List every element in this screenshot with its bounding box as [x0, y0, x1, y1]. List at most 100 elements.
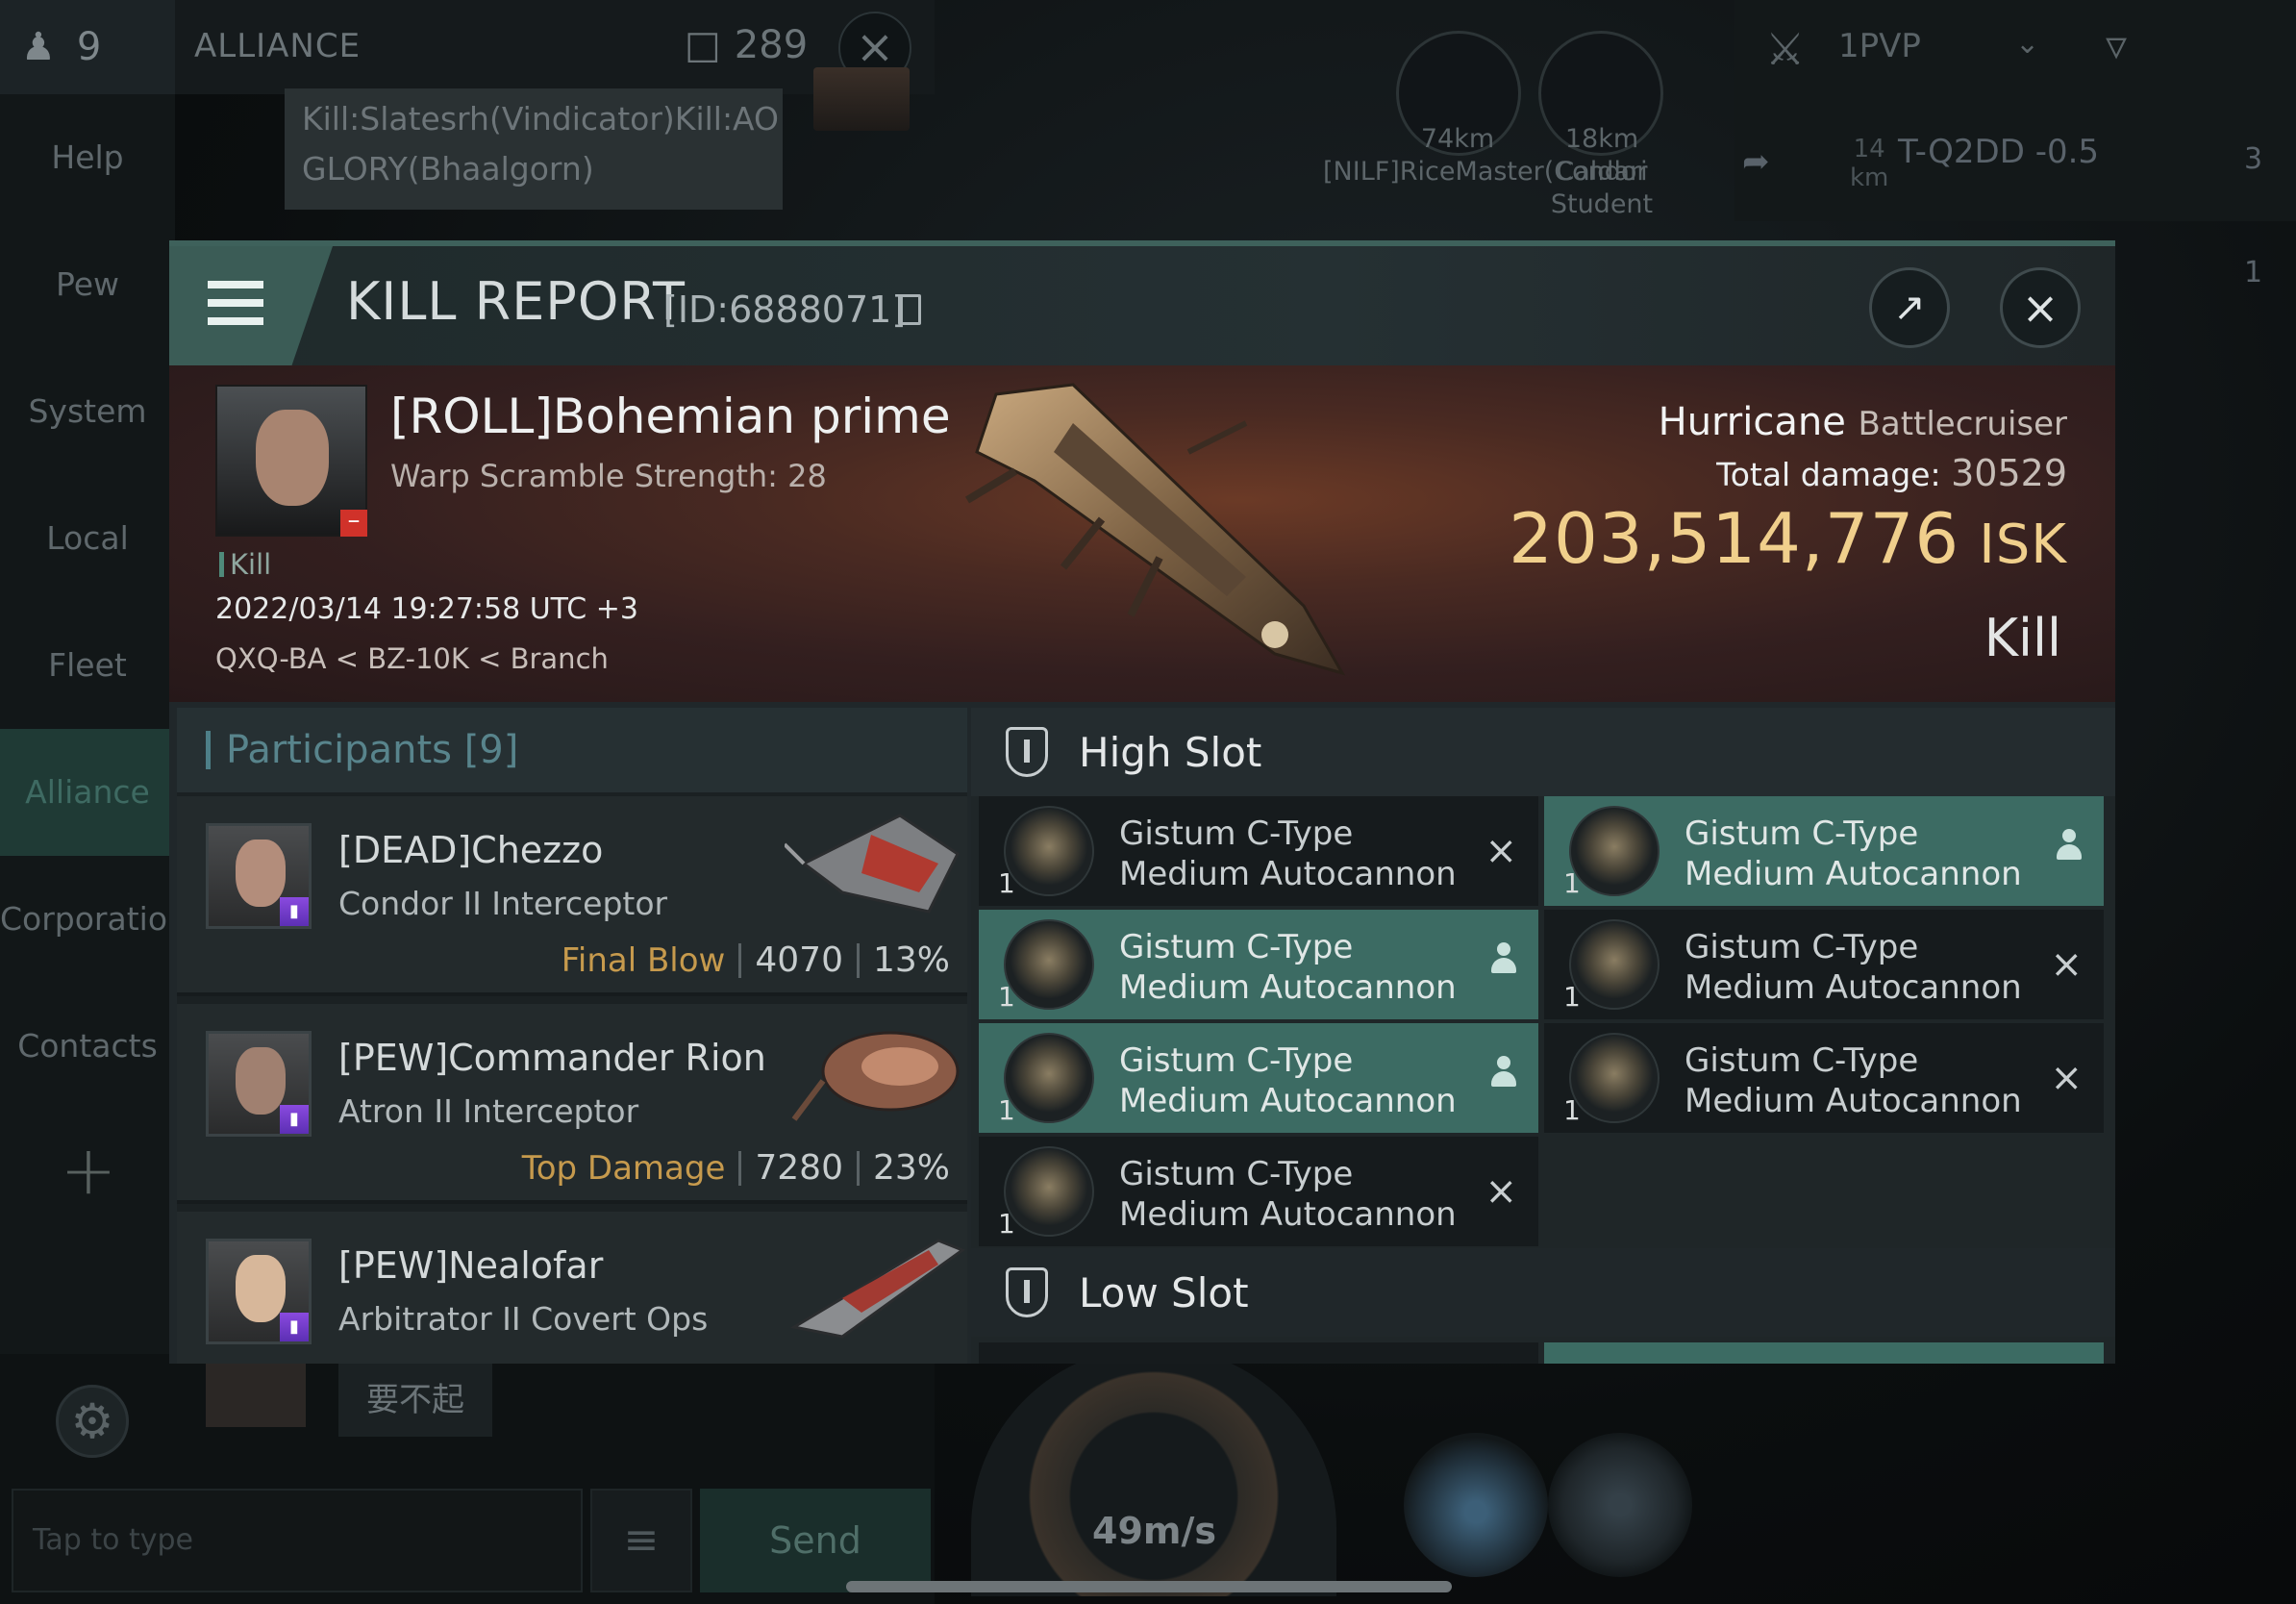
system-distance-value: 14 — [1853, 135, 1885, 163]
participant-row[interactable]: ▮ [PEW]Nealofar Arbitrator II Covert Ops — [177, 1212, 967, 1364]
right-badge-2: 1 — [2244, 256, 2263, 289]
module-name: Gistum C-Type Medium Autocannon — [1685, 928, 2022, 1007]
kill-tag: Kill — [219, 548, 271, 581]
overview-filter-label[interactable]: 1PVP — [1838, 27, 1921, 65]
module-item-partial[interactable] — [979, 1342, 1538, 1364]
low-slot-label: Low Slot — [1079, 1268, 1249, 1316]
module-name: Gistum C-Type Medium Autocannon — [1119, 928, 1457, 1007]
victim-name[interactable]: [ROLL]Bohemian prime — [390, 388, 951, 444]
victim-ship[interactable]: Hurricane Battlecruiser — [1659, 400, 2067, 444]
isk-amount: 203,514,776 — [1509, 498, 1960, 579]
filter-icon[interactable]: ▿ — [2106, 21, 2127, 70]
role-badge-icon: ▮ — [280, 1313, 309, 1341]
add-channel-icon[interactable]: + — [60, 1137, 117, 1204]
autocannon-icon — [1004, 1033, 1094, 1123]
module-qty: 1 — [1563, 867, 1581, 899]
module-name: Gistum C-Type Medium Autocannon — [1685, 1041, 2022, 1120]
channel-tab-alliance[interactable]: ALLIANCE — [194, 27, 361, 65]
share-icon[interactable]: ↗ — [1869, 267, 1950, 348]
victim-section: – [ROLL]Bohemian prime Warp Scramble Str… — [169, 365, 2115, 702]
kill-datetime: 2022/03/14 19:27:58 UTC +3 — [215, 592, 638, 626]
nav-item-help[interactable]: Help — [0, 94, 175, 221]
nav-item-pew[interactable]: Pew — [0, 221, 175, 348]
participant-ship: Condor II Interceptor — [338, 885, 668, 922]
dialog-title: KILL REPORT — [346, 271, 686, 332]
module-qty: 1 — [998, 1208, 1015, 1240]
member-count-box[interactable]: ♟ 9 — [0, 0, 175, 94]
participant-ship: Atron II Interceptor — [338, 1092, 639, 1130]
isk-value: 203,514,776 ISK — [1509, 498, 2067, 579]
chat-message-2: 要不起 — [338, 1364, 492, 1437]
gear-icon[interactable]: ⚙ — [56, 1385, 129, 1458]
module-item[interactable]: 1 Gistum C-Type Medium Autocannon × — [979, 796, 1538, 906]
destroyed-icon: × — [2050, 1056, 2083, 1100]
nav-item-fleet[interactable]: Fleet — [0, 602, 175, 729]
nav-item-contacts[interactable]: Contacts — [0, 983, 175, 1110]
module-button-1[interactable] — [1404, 1433, 1548, 1577]
send-button[interactable]: Send — [700, 1489, 931, 1592]
total-damage-value: 30529 — [1951, 452, 2067, 494]
nav-item-system[interactable]: System — [0, 348, 175, 475]
participant-name: [DEAD]Chezzo — [338, 829, 604, 871]
module-item[interactable]: 1 Gistum C-Type Medium Autocannon × — [979, 1137, 1538, 1246]
ship-type: Hurricane — [1658, 400, 1846, 444]
participant-row[interactable]: ▮ [DEAD]Chezzo Condor II Interceptor Fin… — [177, 796, 967, 996]
module-item[interactable]: 1 Gistum C-Type Medium Autocannon × — [1544, 1023, 2104, 1133]
nav-item-alliance[interactable]: Alliance — [0, 729, 175, 856]
participant-name: [PEW]Commander Rion — [338, 1037, 766, 1079]
victim-ship-image[interactable] — [958, 365, 1361, 692]
jump-icon: ➦ — [1742, 142, 1770, 181]
module-qty: 1 — [1563, 981, 1581, 1013]
warp-scramble-strength: Warp Scramble Strength: 28 — [390, 458, 827, 494]
isk-unit: ISK — [1979, 514, 2067, 576]
module-button-2[interactable] — [1548, 1433, 1692, 1577]
module-item[interactable]: 1 Gistum C-Type Medium Autocannon — [979, 910, 1538, 1019]
module-qty: 1 — [998, 867, 1015, 899]
final-blow-label: Final Blow — [561, 940, 726, 980]
system-name[interactable]: T-Q2DD -0.5 — [1898, 133, 2099, 171]
destroyed-icon: × — [1485, 1169, 1517, 1214]
victim-portrait[interactable]: – — [215, 385, 367, 537]
chat-avatar-2 — [206, 1356, 306, 1427]
destroyed-icon: × — [2050, 942, 2083, 987]
autocannon-icon — [1569, 919, 1660, 1010]
close-icon[interactable]: × — [2000, 267, 2081, 348]
dropped-icon — [1490, 942, 1517, 975]
participant-stats: Top Damage 7280 23% — [522, 1148, 950, 1188]
participants-header: Participants [9] — [177, 708, 967, 792]
participants-count: [9] — [463, 728, 519, 772]
hostile-badge-icon: – — [340, 508, 367, 537]
autocannon-icon — [1569, 1033, 1660, 1123]
right-badge-1: 3 — [2244, 142, 2263, 176]
target-2-distance: 18km — [1564, 124, 1639, 154]
chat-menu-icon[interactable]: ≡ — [590, 1489, 692, 1592]
participant-damage: 4070 — [755, 940, 843, 980]
nav-item-corporation[interactable]: Corporation — [0, 856, 187, 983]
module-item-partial[interactable] — [1544, 1342, 2104, 1364]
crossed-swords-icon: ⚔ — [1765, 23, 1806, 75]
participant-row[interactable]: ▮ [PEW]Commander Rion Atron II Intercept… — [177, 1004, 967, 1204]
chat-input[interactable]: Tap to type — [12, 1489, 583, 1592]
hamburger-icon[interactable] — [208, 281, 263, 325]
module-item[interactable]: 1 Gistum C-Type Medium Autocannon × — [1544, 910, 2104, 1019]
module-name: Gistum C-Type Medium Autocannon — [1685, 815, 2022, 893]
copy-icon[interactable] — [898, 294, 921, 325]
target-2-name: Caldari Student — [1550, 157, 1654, 219]
participants-label: Participants — [226, 728, 452, 772]
autocannon-icon — [1004, 919, 1094, 1010]
participant-damage: 7280 — [755, 1148, 843, 1188]
high-slot-header: High Slot — [971, 708, 2115, 796]
nav-item-local[interactable]: Local — [0, 475, 175, 602]
module-item[interactable]: 1 Gistum C-Type Medium Autocannon — [1544, 796, 2104, 906]
high-slot-icon — [1006, 727, 1048, 777]
result-label: Kill — [1984, 608, 2061, 668]
chevron-down-icon[interactable]: ⌄ — [2015, 27, 2039, 61]
module-qty: 1 — [998, 981, 1015, 1013]
kill-location[interactable]: QXQ-BA < BZ-10K < Branch — [215, 642, 609, 675]
module-item[interactable]: 1 Gistum C-Type Medium Autocannon — [979, 1023, 1538, 1133]
total-damage: Total damage: 30529 — [1716, 452, 2067, 494]
fitting-panel: High Slot 1 Gistum C-Type Medium Autocann… — [971, 708, 2115, 1364]
autocannon-icon — [1569, 806, 1660, 896]
total-damage-label: Total damage: — [1716, 456, 1941, 493]
participant-portrait: ▮ — [206, 823, 312, 929]
